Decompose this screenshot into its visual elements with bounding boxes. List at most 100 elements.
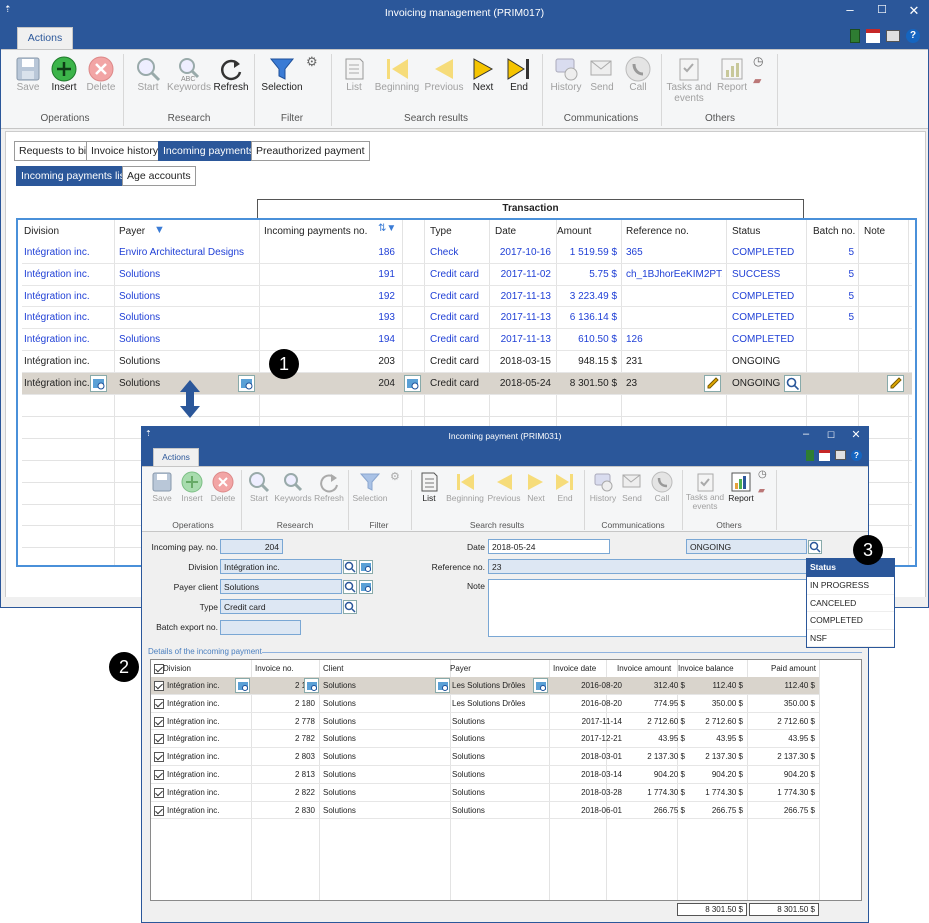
payer-open-record-button[interactable] bbox=[238, 374, 255, 392]
row-select-checkbox[interactable] bbox=[154, 805, 164, 816]
subtab-age-accounts[interactable]: Age accounts bbox=[122, 166, 196, 186]
tasks-events-button[interactable]: Tasks and events bbox=[665, 56, 713, 104]
calendar-icon[interactable] bbox=[819, 450, 830, 461]
end-button[interactable]: End bbox=[502, 56, 536, 93]
column-header-amount[interactable]: Amount bbox=[557, 226, 591, 237]
division-open-button[interactable] bbox=[359, 560, 373, 574]
detail-save-button[interactable]: Save bbox=[148, 471, 176, 503]
status-field[interactable]: ONGOING bbox=[686, 539, 807, 554]
list-button[interactable]: List bbox=[337, 56, 371, 93]
detail-column-header-invoice-amount[interactable]: Invoice amount bbox=[617, 664, 671, 673]
row-select-checkbox[interactable] bbox=[154, 734, 164, 745]
help-icon[interactable]: ? bbox=[906, 29, 920, 43]
column-header-incoming-payments-no[interactable]: Incoming payments no. bbox=[264, 226, 367, 237]
detail-beginning-button[interactable]: Beginning bbox=[444, 471, 486, 503]
payer-open-button[interactable] bbox=[359, 580, 373, 594]
next-button[interactable]: Next bbox=[466, 56, 500, 93]
status-search-button[interactable] bbox=[808, 540, 822, 554]
division-open-record-button[interactable] bbox=[90, 374, 107, 392]
column-header-status[interactable]: Status bbox=[732, 226, 760, 237]
open-record-button[interactable] bbox=[533, 678, 548, 693]
previous-button[interactable]: Previous bbox=[423, 56, 465, 93]
pay-no-field[interactable]: 204 bbox=[220, 539, 283, 554]
row-select-checkbox[interactable] bbox=[154, 752, 164, 763]
detail-column-header-payer[interactable]: Payer bbox=[450, 664, 471, 673]
tab-incoming-payments[interactable]: Incoming payments bbox=[158, 141, 260, 161]
note-edit-button[interactable] bbox=[887, 374, 904, 392]
detail-column-header-division[interactable]: Division bbox=[163, 664, 191, 673]
date-field[interactable]: 2018-05-24 bbox=[488, 539, 610, 554]
note-field[interactable] bbox=[488, 579, 808, 637]
status-option[interactable]: IN PROGRESS bbox=[807, 577, 894, 595]
tab-preauthorized-payment[interactable]: Preauthorized payment bbox=[251, 141, 370, 161]
detail-history-button[interactable]: History bbox=[588, 471, 618, 503]
detail-next-button[interactable]: Next bbox=[522, 471, 550, 503]
send-button[interactable]: Send bbox=[585, 56, 619, 93]
division-search-button[interactable] bbox=[343, 560, 357, 574]
reference-no-field[interactable]: 23 bbox=[488, 559, 808, 574]
export-icon[interactable]: ▰ bbox=[758, 485, 765, 496]
division-field[interactable]: Intégration inc. bbox=[220, 559, 342, 574]
column-header-reference-no[interactable]: Reference no. bbox=[626, 226, 689, 237]
system-menu-icon[interactable]: ⇡ bbox=[4, 4, 12, 15]
detail-call-button[interactable]: Call bbox=[648, 471, 676, 503]
status-search-button[interactable] bbox=[784, 374, 801, 392]
status-option[interactable]: COMPLETED bbox=[807, 612, 894, 630]
insert-button[interactable]: Insert bbox=[47, 56, 81, 93]
detail-column-header-paid-amount[interactable]: Paid amount bbox=[771, 664, 816, 673]
calendar-icon[interactable] bbox=[866, 29, 880, 43]
column-header-date[interactable]: Date bbox=[495, 226, 516, 237]
detail-previous-button[interactable]: Previous bbox=[486, 471, 522, 503]
row-select-checkbox[interactable] bbox=[154, 681, 164, 691]
minimize-button[interactable]: – bbox=[835, 1, 865, 23]
selection-button[interactable]: Selection bbox=[259, 56, 305, 93]
detail-close-button[interactable]: ✕ bbox=[844, 427, 868, 445]
type-field[interactable]: Credit card bbox=[220, 599, 342, 614]
payment-open-record-button[interactable] bbox=[404, 374, 421, 392]
open-record-button[interactable] bbox=[435, 678, 450, 693]
report-button[interactable]: Report bbox=[714, 56, 750, 93]
subtab-incoming-payments-list[interactable]: Incoming payments list bbox=[16, 166, 133, 186]
detail-end-button[interactable]: End bbox=[551, 471, 579, 503]
detail-keywords-button[interactable]: Keywords bbox=[274, 471, 312, 503]
filter-settings-gear-icon[interactable]: ⚙ bbox=[390, 470, 400, 483]
batch-export-field[interactable] bbox=[220, 620, 301, 635]
column-header-division[interactable]: Division bbox=[24, 226, 59, 237]
type-search-button[interactable] bbox=[343, 600, 357, 614]
delete-button[interactable]: Delete bbox=[84, 56, 118, 93]
column-header-type[interactable]: Type bbox=[430, 226, 452, 237]
calculator-icon[interactable] bbox=[850, 29, 860, 43]
detail-maximize-button[interactable]: ☐ bbox=[819, 427, 843, 445]
detail-delete-button[interactable]: Delete bbox=[208, 471, 238, 503]
filter-settings-gear-icon[interactable]: ⚙ bbox=[306, 54, 318, 70]
help-icon[interactable]: ? bbox=[851, 450, 862, 461]
detail-insert-button[interactable]: Insert bbox=[177, 471, 207, 503]
column-header-batch-no[interactable]: Batch no. bbox=[813, 226, 855, 237]
tab-requests-to-bill[interactable]: Requests to bill bbox=[14, 141, 96, 161]
row-select-checkbox[interactable] bbox=[154, 787, 164, 798]
close-button[interactable]: ✕ bbox=[899, 1, 929, 23]
row-select-checkbox[interactable] bbox=[154, 698, 164, 709]
clock-icon[interactable]: ◷ bbox=[753, 54, 763, 68]
history-button[interactable]: History bbox=[547, 56, 585, 93]
detail-refresh-button[interactable]: Refresh bbox=[312, 471, 346, 503]
payer-client-field[interactable]: Solutions bbox=[220, 579, 342, 594]
detail-report-button[interactable]: Report bbox=[726, 471, 756, 503]
ribbon-tab-actions[interactable]: Actions bbox=[17, 27, 73, 49]
status-option[interactable]: NSF bbox=[807, 630, 894, 647]
save-button[interactable]: Save bbox=[11, 56, 45, 93]
detail-column-header-invoice-balance[interactable]: Invoice balance bbox=[678, 664, 734, 673]
detail-system-menu-icon[interactable]: ⇡ bbox=[145, 429, 152, 438]
detail-minimize-button[interactable]: – bbox=[794, 427, 818, 445]
detail-start-button[interactable]: Start bbox=[245, 471, 273, 503]
detail-tasks-events-button[interactable]: Tasks and events bbox=[684, 471, 726, 511]
open-record-button[interactable] bbox=[304, 678, 319, 693]
clock-icon[interactable]: ◷ bbox=[758, 469, 767, 480]
open-record-button[interactable] bbox=[235, 678, 250, 693]
start-search-button[interactable]: Start bbox=[131, 56, 165, 93]
row-select-checkbox[interactable] bbox=[154, 770, 164, 780]
detail-column-header-invoice-date[interactable]: Invoice date bbox=[553, 664, 596, 673]
payer-filter-icon[interactable]: ▼ bbox=[154, 224, 165, 236]
print-icon[interactable] bbox=[835, 450, 846, 460]
export-icon[interactable]: ▰ bbox=[753, 74, 761, 87]
